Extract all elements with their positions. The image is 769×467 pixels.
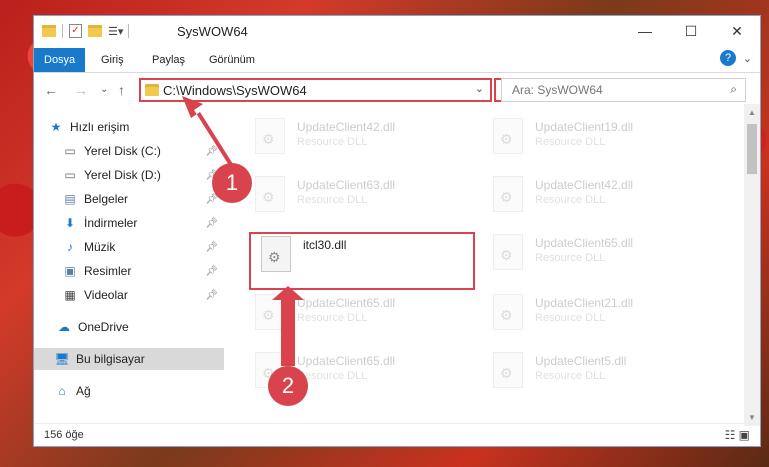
arrow-2 (272, 286, 304, 366)
callout-1: 1 (212, 163, 252, 203)
annotation-arrows (182, 96, 304, 366)
callout-2: 2 (268, 366, 308, 406)
arrow-1 (182, 96, 238, 172)
